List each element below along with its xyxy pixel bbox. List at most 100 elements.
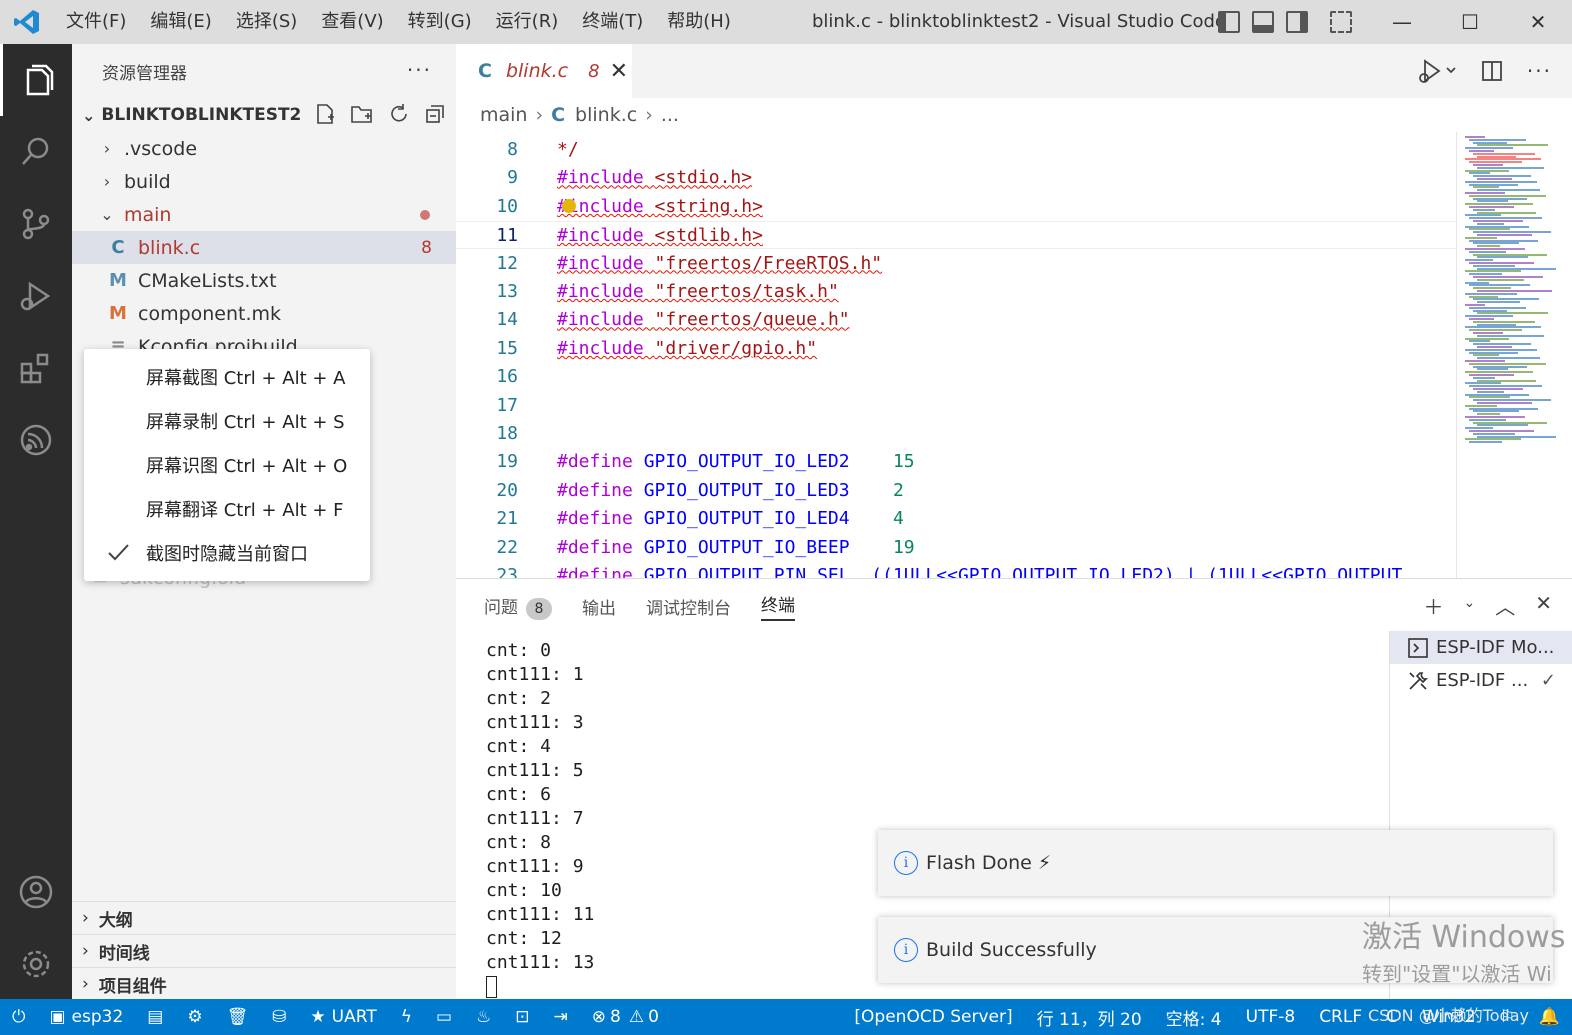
- chevron-down-icon: ⌄: [82, 105, 96, 125]
- source-control-icon[interactable]: [0, 188, 72, 260]
- menu-item[interactable]: 转到(G): [396, 0, 484, 44]
- minimap-line: [1477, 435, 1556, 438]
- tab-output[interactable]: 输出: [582, 594, 616, 619]
- line-number: 11: [496, 225, 518, 247]
- close-button[interactable]: ✕: [1504, 0, 1572, 44]
- menu-item[interactable]: 查看(V): [309, 0, 395, 44]
- trash-icon[interactable]: 🗑: [215, 999, 261, 1035]
- line-ending[interactable]: CRLF: [1307, 999, 1374, 1035]
- terminal-item-task[interactable]: ESP-IDF ... ✓: [1390, 664, 1572, 697]
- code-token: 15: [892, 451, 915, 473]
- minimap-line: [1469, 161, 1522, 164]
- collapse-all-icon[interactable]: [424, 103, 446, 125]
- terminal-icon[interactable]: ⊡: [503, 999, 541, 1035]
- tab-terminal[interactable]: 终端: [761, 591, 795, 621]
- tree-item[interactable]: Cblink.c 8: [72, 231, 456, 264]
- menu-item[interactable]: 终端(T): [570, 0, 655, 44]
- tab-debug-console[interactable]: 调试控制台: [646, 594, 731, 619]
- tab-blink-c[interactable]: C blink.c 8 ✕: [456, 44, 632, 98]
- minimize-button[interactable]: —: [1368, 0, 1436, 44]
- new-file-icon[interactable]: [314, 103, 336, 125]
- outline-section[interactable]: › 大纲: [72, 901, 456, 934]
- minimap-line: [1469, 262, 1534, 264]
- new-terminal-icon[interactable]: ＋: [1424, 591, 1444, 620]
- indentation[interactable]: 空格: 4: [1154, 999, 1234, 1035]
- chevron-down-icon[interactable]: ⌄: [1464, 595, 1476, 620]
- menu-item-translate[interactable]: 屏幕翻译 Ctrl + Alt + F: [84, 487, 370, 531]
- timeline-section[interactable]: › 时间线: [72, 934, 456, 967]
- breadcrumb-folder[interactable]: main: [480, 104, 527, 126]
- menu-item[interactable]: 编辑(E): [138, 0, 223, 44]
- project-components-section[interactable]: › 项目组件: [72, 967, 456, 1000]
- openocd-server[interactable]: [OpenOCD Server]: [842, 999, 1024, 1035]
- maximize-button[interactable]: ☐: [1436, 0, 1504, 44]
- tree-item[interactable]: ⌄ main: [72, 198, 456, 231]
- terminal-label: ESP-IDF Mo...: [1436, 637, 1555, 658]
- terminal-item-monitor[interactable]: ESP-IDF Mo...: [1390, 631, 1572, 664]
- menu-item-record[interactable]: 屏幕录制 Ctrl + Alt + S: [84, 399, 370, 443]
- split-editor-icon[interactable]: [1481, 60, 1503, 82]
- lightbulb-icon[interactable]: [562, 198, 576, 213]
- menu-item[interactable]: 帮助(H): [655, 0, 743, 44]
- menu-item-ocr[interactable]: 屏幕识图 Ctrl + Alt + O: [84, 443, 370, 487]
- window-title: blink.c - blinktoblinktest2 - Visual Stu…: [812, 11, 1226, 32]
- code-line: 21 #define GPIO_OUTPUT_IO_LED4 4: [456, 505, 1456, 533]
- menu-item-screenshot[interactable]: 屏幕截图 Ctrl + Alt + A: [84, 355, 370, 399]
- close-tab-icon[interactable]: ✕: [610, 59, 628, 84]
- search-icon[interactable]: [0, 116, 72, 188]
- tree-item[interactable]: › .vscode: [72, 132, 456, 165]
- flash-mode[interactable]: ★ UART: [298, 999, 388, 1035]
- toggle-secondary-sidebar-icon[interactable]: [1286, 11, 1308, 33]
- more-actions-button[interactable]: ···: [407, 58, 432, 82]
- target-chip[interactable]: ▣ esp32: [37, 999, 135, 1035]
- refresh-icon[interactable]: [388, 103, 410, 125]
- explorer-icon[interactable]: [0, 44, 72, 116]
- database-icon[interactable]: ⛁: [260, 999, 298, 1035]
- menu-item-hide-window[interactable]: 截图时隐藏当前窗口: [84, 531, 370, 575]
- lightning-icon[interactable]: ϟ: [389, 999, 424, 1035]
- menu-item[interactable]: 运行(R): [484, 0, 571, 44]
- breadcrumb-file[interactable]: blink.c: [575, 104, 637, 126]
- code-editor[interactable]: 8 */ 9 #include <stdio.h> 10 #include <string…: [456, 132, 1456, 578]
- problems-status[interactable]: ⊗ 8 ⚠ 0: [580, 999, 671, 1035]
- code-token: #include: [557, 225, 655, 247]
- gear-icon[interactable]: ⚙: [175, 999, 214, 1035]
- minimap-line: [1469, 418, 1506, 421]
- maximize-panel-icon[interactable]: ︿: [1495, 591, 1515, 620]
- editor-more-actions-icon[interactable]: ···: [1527, 59, 1552, 83]
- line-number: 12: [496, 252, 518, 274]
- extensions-icon[interactable]: [0, 332, 72, 404]
- minimap-line: [1465, 304, 1485, 306]
- tree-item[interactable]: M CMakeLists.txt: [72, 264, 456, 297]
- minimap-line: [1469, 284, 1530, 287]
- tree-item[interactable]: Mcomponent.mk: [72, 297, 456, 330]
- folder-icon[interactable]: ▤: [135, 999, 175, 1035]
- code-token: 19: [892, 536, 915, 558]
- menu-item[interactable]: 选择(S): [224, 0, 309, 44]
- breadcrumb-symbol[interactable]: ...: [661, 104, 679, 126]
- notification-flash-done[interactable]: i Flash Done ⚡: [878, 830, 1553, 896]
- run-debug-icon[interactable]: [0, 260, 72, 332]
- plug-icon[interactable]: ⏻: [0, 999, 37, 1035]
- esp-idf-icon[interactable]: [0, 404, 72, 476]
- monitor-icon[interactable]: ▭: [424, 999, 464, 1035]
- encoding[interactable]: UTF-8: [1234, 999, 1308, 1035]
- flame-icon[interactable]: ♨: [464, 999, 503, 1035]
- project-section-header[interactable]: ⌄ BLINKTOBLINKTEST2: [72, 98, 456, 132]
- toggle-primary-sidebar-icon[interactable]: [1218, 11, 1240, 33]
- settings-gear-icon[interactable]: [0, 928, 72, 1000]
- cursor-position[interactable]: 行 11，列 20: [1025, 999, 1154, 1035]
- enter-icon[interactable]: ⇥: [542, 999, 580, 1035]
- menu-item[interactable]: 文件(F): [54, 0, 138, 44]
- tab-problems[interactable]: 问题 8: [484, 593, 552, 620]
- bell-icon[interactable]: 🔔: [1527, 999, 1572, 1035]
- minimap[interactable]: [1456, 132, 1572, 578]
- tree-item[interactable]: › build: [72, 165, 456, 198]
- toggle-panel-icon[interactable]: [1252, 11, 1274, 33]
- new-folder-icon[interactable]: [350, 103, 374, 125]
- run-debug-dropdown-icon[interactable]: [1417, 58, 1457, 84]
- notification-build-success[interactable]: i Build Successfully: [878, 917, 1553, 983]
- customize-layout-icon[interactable]: [1330, 11, 1352, 33]
- close-panel-icon[interactable]: ✕: [1535, 591, 1552, 620]
- account-icon[interactable]: [0, 856, 72, 928]
